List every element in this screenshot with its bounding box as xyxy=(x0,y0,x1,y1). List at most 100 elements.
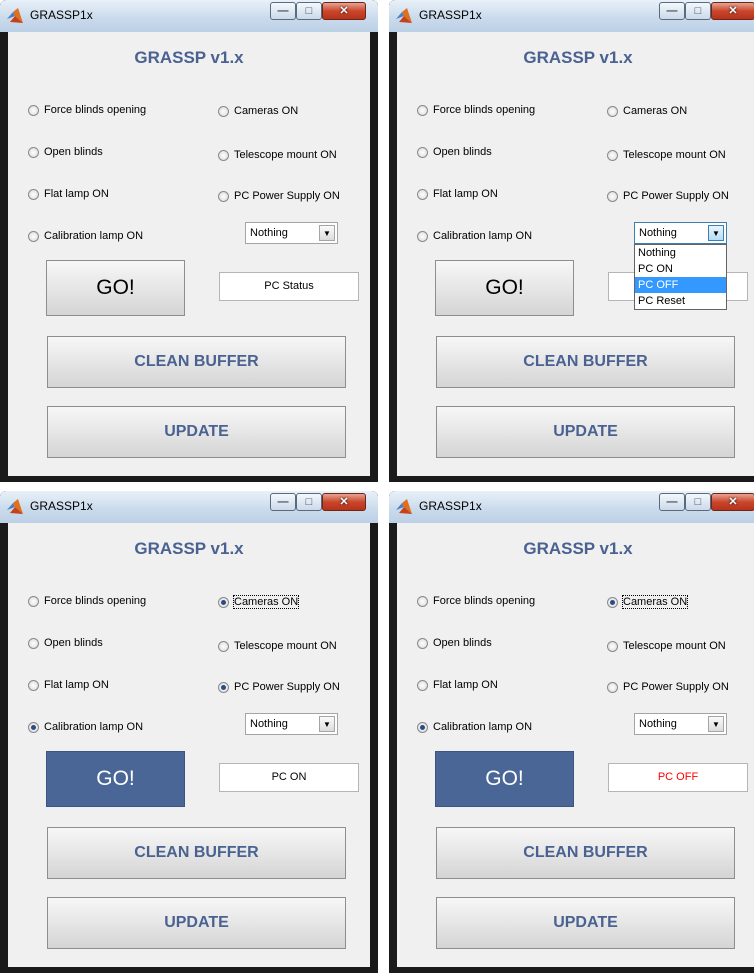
dropdown-option-pc-off[interactable]: PC OFF xyxy=(635,277,726,293)
radio-indicator[interactable] xyxy=(28,679,39,691)
radio-label: Flat lamp ON xyxy=(44,188,109,200)
clean-buffer-button[interactable]: CLEAN BUFFER xyxy=(436,827,735,879)
radio-indicator[interactable] xyxy=(218,149,229,161)
radio-indicator[interactable] xyxy=(417,188,428,200)
radio-flat-lamp-on[interactable]: Flat lamp ON xyxy=(417,188,498,200)
action-select[interactable]: Nothing ▼ xyxy=(634,713,727,735)
radio-open-blinds[interactable]: Open blinds xyxy=(417,146,492,158)
radio-indicator[interactable] xyxy=(607,149,618,161)
radio-cameras-on[interactable]: Cameras ON xyxy=(218,595,300,609)
radio-cameras-on[interactable]: Cameras ON xyxy=(607,595,689,609)
radio-flat-lamp-on[interactable]: Flat lamp ON xyxy=(28,679,109,691)
chevron-down-icon[interactable]: ▼ xyxy=(708,716,724,732)
radio-indicator[interactable] xyxy=(417,637,428,649)
radio-indicator[interactable] xyxy=(218,681,229,693)
radio-pc-power-supply-on[interactable]: PC Power Supply ON xyxy=(218,681,340,693)
radio-open-blinds[interactable]: Open blinds xyxy=(417,637,492,649)
dropdown-option-nothing[interactable]: Nothing xyxy=(635,245,726,261)
radio-telescope-mount-on[interactable]: Telescope mount ON xyxy=(607,640,726,652)
radio-indicator[interactable] xyxy=(28,637,39,649)
radio-open-blinds[interactable]: Open blinds xyxy=(28,637,103,649)
radio-indicator[interactable] xyxy=(607,190,618,202)
radio-telescope-mount-on[interactable]: Telescope mount ON xyxy=(218,640,337,652)
app-window-3: GRASSP1x — □ ✕ GRASSP v1.x Force blinds openi… xyxy=(0,491,378,973)
title-bar: GRASSP1x — □ ✕ xyxy=(389,0,754,32)
radio-indicator[interactable] xyxy=(28,104,39,116)
close-button[interactable]: ✕ xyxy=(322,2,366,20)
maximize-button[interactable]: □ xyxy=(296,493,322,511)
radio-cameras-on[interactable]: Cameras ON xyxy=(607,105,687,117)
update-button[interactable]: UPDATE xyxy=(47,406,346,458)
radio-calibration-lamp-on[interactable]: Calibration lamp ON xyxy=(28,721,143,733)
minimize-button[interactable]: — xyxy=(659,2,685,20)
radio-indicator[interactable] xyxy=(28,595,39,607)
action-select[interactable]: Nothing ▼ xyxy=(245,713,338,735)
update-button[interactable]: UPDATE xyxy=(436,897,735,949)
radio-indicator[interactable] xyxy=(417,146,428,158)
radio-cameras-on[interactable]: Cameras ON xyxy=(218,105,298,117)
close-icon: ✕ xyxy=(728,5,738,17)
chevron-down-icon[interactable]: ▼ xyxy=(319,225,335,241)
close-button[interactable]: ✕ xyxy=(322,493,366,511)
radio-indicator[interactable] xyxy=(218,640,229,652)
radio-force-blinds-opening[interactable]: Force blinds opening xyxy=(28,595,146,607)
maximize-button[interactable]: □ xyxy=(685,2,711,20)
close-button[interactable]: ✕ xyxy=(711,2,754,20)
update-button[interactable]: UPDATE xyxy=(47,897,346,949)
radio-indicator[interactable] xyxy=(218,105,229,117)
radio-indicator[interactable] xyxy=(607,640,618,652)
radio-indicator[interactable] xyxy=(417,721,428,733)
radio-indicator[interactable] xyxy=(417,104,428,116)
radio-indicator[interactable] xyxy=(218,596,229,608)
title-bar: GRASSP1x — □ ✕ xyxy=(0,491,378,523)
go-button[interactable]: GO! xyxy=(435,751,574,807)
radio-force-blinds-opening[interactable]: Force blinds opening xyxy=(417,595,535,607)
radio-indicator[interactable] xyxy=(218,190,229,202)
go-button[interactable]: GO! xyxy=(46,260,185,316)
radio-indicator[interactable] xyxy=(607,596,618,608)
radio-open-blinds[interactable]: Open blinds xyxy=(28,146,103,158)
radio-calibration-lamp-on[interactable]: Calibration lamp ON xyxy=(28,230,143,242)
radio-indicator[interactable] xyxy=(28,146,39,158)
radio-indicator[interactable] xyxy=(417,679,428,691)
radio-indicator[interactable] xyxy=(417,230,428,242)
go-button[interactable]: GO! xyxy=(46,751,185,807)
radio-indicator[interactable] xyxy=(28,188,39,200)
minimize-button[interactable]: — xyxy=(659,493,685,511)
radio-force-blinds-opening[interactable]: Force blinds opening xyxy=(28,104,146,116)
clean-buffer-button[interactable]: CLEAN BUFFER xyxy=(436,336,735,388)
radio-pc-power-supply-on[interactable]: PC Power Supply ON xyxy=(607,190,729,202)
action-select[interactable]: Nothing ▼ xyxy=(634,222,727,244)
client-area: GRASSP v1.x Force blinds opening Open blin… xyxy=(8,523,370,967)
radio-pc-power-supply-on[interactable]: PC Power Supply ON xyxy=(607,681,729,693)
dropdown-option-pc-reset[interactable]: PC Reset xyxy=(635,293,726,309)
minimize-button[interactable]: — xyxy=(270,493,296,511)
radio-indicator[interactable] xyxy=(28,721,39,733)
close-button[interactable]: ✕ xyxy=(711,493,754,511)
radio-flat-lamp-on[interactable]: Flat lamp ON xyxy=(28,188,109,200)
dropdown-option-pc-on[interactable]: PC ON xyxy=(635,261,726,277)
clean-buffer-button[interactable]: CLEAN BUFFER xyxy=(47,336,346,388)
radio-telescope-mount-on[interactable]: Telescope mount ON xyxy=(218,149,337,161)
chevron-down-icon[interactable]: ▼ xyxy=(319,716,335,732)
radio-indicator[interactable] xyxy=(607,105,618,117)
clean-buffer-button[interactable]: CLEAN BUFFER xyxy=(47,827,346,879)
maximize-button[interactable]: □ xyxy=(296,2,322,20)
minimize-button[interactable]: — xyxy=(270,2,296,20)
radio-indicator[interactable] xyxy=(607,681,618,693)
radio-force-blinds-opening[interactable]: Force blinds opening xyxy=(417,104,535,116)
radio-calibration-lamp-on[interactable]: Calibration lamp ON xyxy=(417,230,532,242)
matlab-icon xyxy=(395,498,413,516)
chevron-down-icon[interactable]: ▼ xyxy=(708,225,724,241)
radio-calibration-lamp-on[interactable]: Calibration lamp ON xyxy=(417,721,532,733)
radio-flat-lamp-on[interactable]: Flat lamp ON xyxy=(417,679,498,691)
action-select[interactable]: Nothing ▼ xyxy=(245,222,338,244)
select-dropdown-list[interactable]: Nothing PC ON PC OFF PC Reset xyxy=(634,244,727,310)
radio-telescope-mount-on[interactable]: Telescope mount ON xyxy=(607,149,726,161)
maximize-button[interactable]: □ xyxy=(685,493,711,511)
radio-indicator[interactable] xyxy=(417,595,428,607)
radio-indicator[interactable] xyxy=(28,230,39,242)
update-button[interactable]: UPDATE xyxy=(436,406,735,458)
radio-pc-power-supply-on[interactable]: PC Power Supply ON xyxy=(218,190,340,202)
go-button[interactable]: GO! xyxy=(435,260,574,316)
